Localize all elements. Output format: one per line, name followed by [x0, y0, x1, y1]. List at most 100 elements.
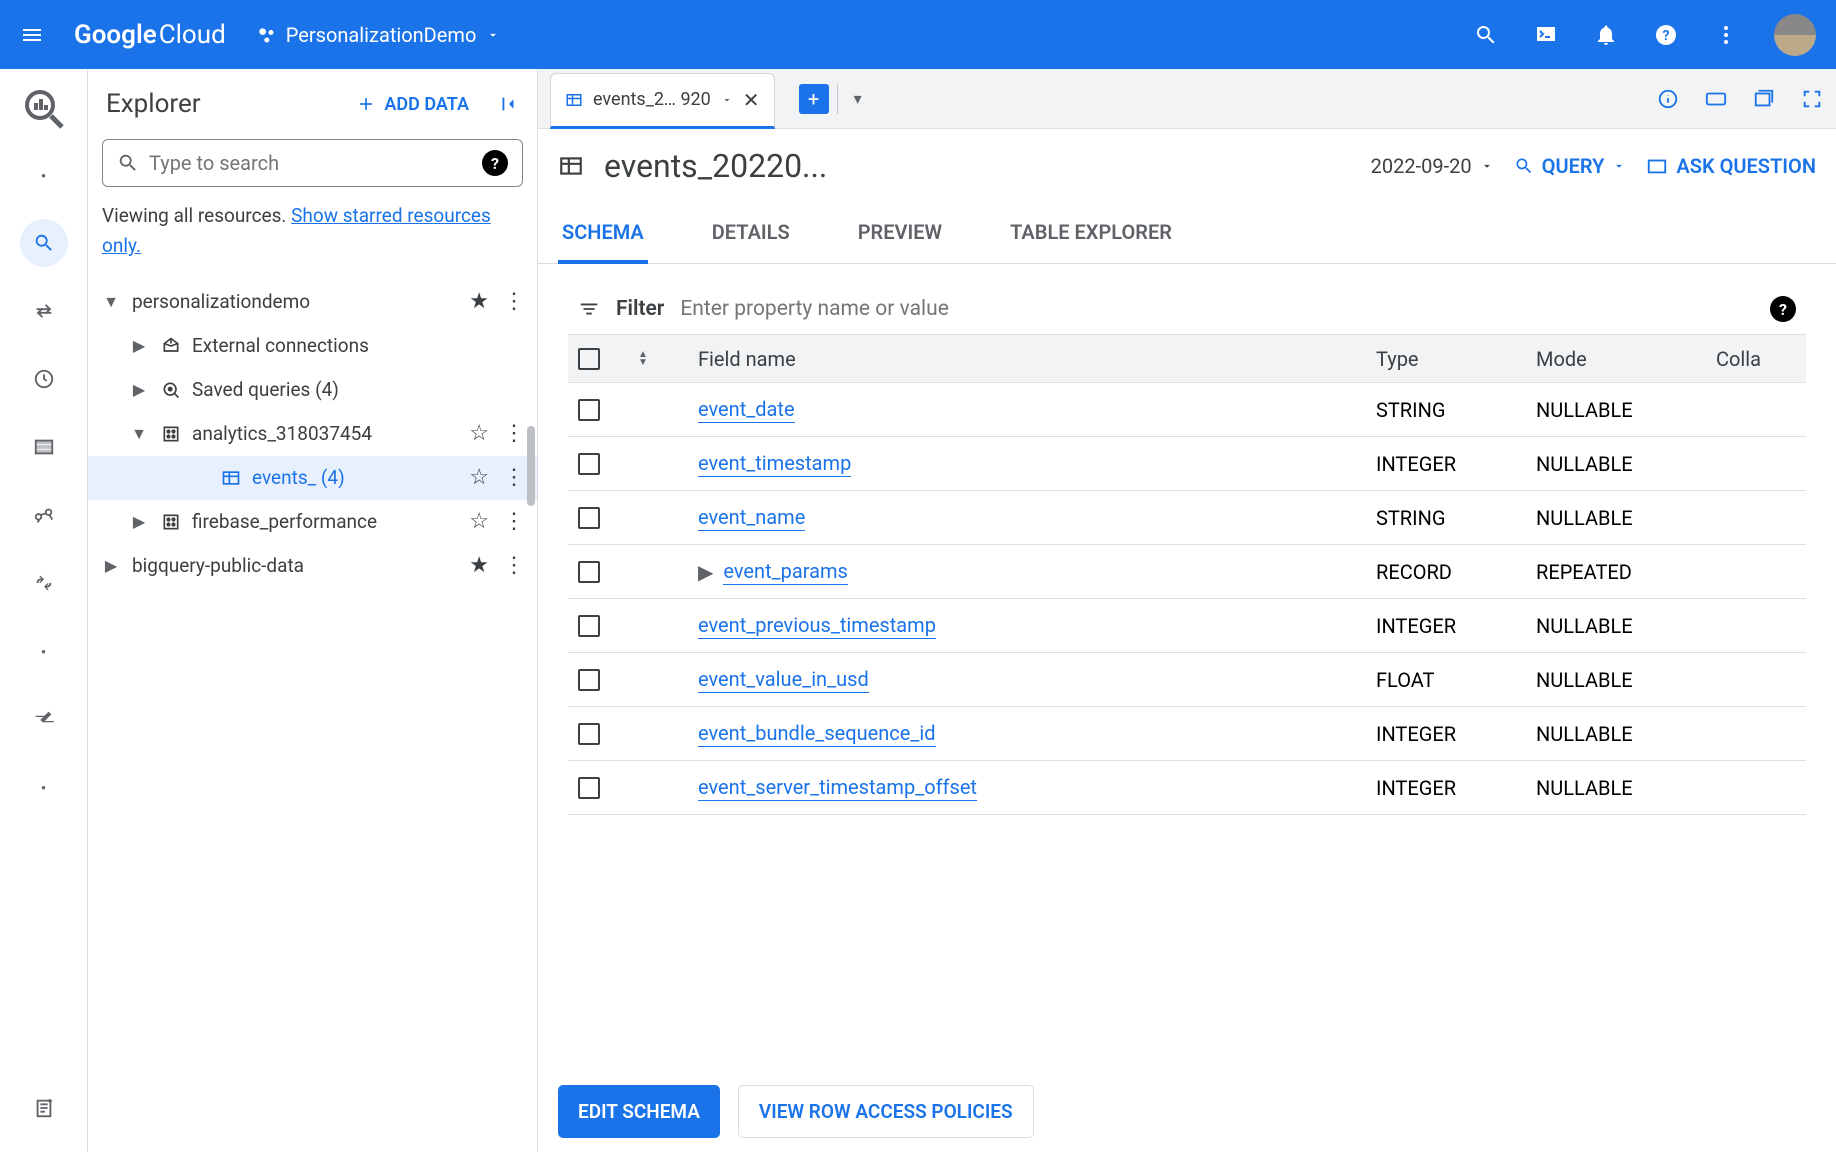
col-mode[interactable]: Mode — [1536, 347, 1716, 371]
rail-notes-icon[interactable] — [20, 1084, 68, 1132]
history-icon[interactable] — [1752, 87, 1776, 111]
tree-item[interactable]: events_ (4) ☆ ⋮ — [88, 456, 537, 500]
field-name-link[interactable]: event_server_timestamp_offset — [698, 775, 977, 801]
tree-label: events_ (4) — [252, 466, 459, 489]
avatar[interactable] — [1774, 14, 1816, 56]
star-filled-icon[interactable]: ★ — [469, 289, 489, 314]
tree-arrow-icon[interactable]: ▶ — [128, 336, 150, 355]
tab-events[interactable]: events_2… 920 ✕ — [550, 73, 775, 129]
kebab-icon[interactable]: ⋮ — [503, 465, 525, 490]
star-outline-icon[interactable]: ☆ — [469, 509, 489, 534]
row-checkbox[interactable] — [578, 777, 600, 799]
tree-item[interactable]: ▼analytics_318037454☆⋮ — [88, 412, 537, 456]
row-checkbox[interactable] — [578, 561, 600, 583]
rail-migration-icon[interactable] — [20, 559, 68, 607]
table-title: events_20220... — [604, 147, 827, 185]
rail-transfers-icon[interactable] — [20, 287, 68, 335]
info-icon[interactable] — [1656, 87, 1680, 111]
add-data-button[interactable]: ADD DATA — [356, 94, 469, 115]
row-checkbox[interactable] — [578, 615, 600, 637]
ask-question-button[interactable]: ASK QUESTION — [1646, 154, 1816, 178]
field-name-link[interactable]: event_params — [723, 559, 848, 585]
kebab-icon[interactable]: ⋮ — [503, 553, 525, 578]
col-type[interactable]: Type — [1376, 347, 1536, 371]
tab-dropdown[interactable]: ▾ — [846, 89, 870, 108]
select-all-checkbox[interactable] — [578, 348, 600, 370]
explorer-search[interactable]: ? — [102, 139, 523, 187]
fullscreen-icon[interactable] — [1800, 87, 1824, 111]
tree-label: Saved queries (4) — [192, 378, 515, 401]
rail-dot-3[interactable]: ● — [20, 763, 68, 811]
star-filled-icon[interactable]: ★ — [469, 553, 489, 578]
explorer-search-input[interactable] — [149, 151, 472, 175]
content-tab-schema[interactable]: SCHEMA — [558, 204, 648, 264]
filter-input[interactable] — [680, 297, 1754, 321]
row-checkbox[interactable] — [578, 399, 600, 421]
notifications-icon[interactable] — [1594, 23, 1618, 47]
rail-dot[interactable]: ● — [20, 151, 68, 199]
tree-arrow-icon[interactable]: ▼ — [128, 424, 150, 444]
content-tab-preview[interactable]: PREVIEW — [854, 204, 946, 263]
close-tab-button[interactable]: ✕ — [743, 88, 760, 112]
edit-schema-button[interactable]: EDIT SCHEMA — [558, 1085, 720, 1138]
keyboard-icon[interactable] — [1704, 87, 1728, 111]
view-policies-button[interactable]: VIEW ROW ACCESS POLICIES — [738, 1085, 1034, 1138]
sort-icon[interactable]: ▲▼ — [638, 351, 698, 367]
content-tab-details[interactable]: DETAILS — [708, 204, 794, 263]
tree-arrow-icon[interactable]: ▶ — [128, 380, 150, 399]
tree-item[interactable]: ▼personalizationdemo★⋮ — [88, 280, 537, 324]
col-collation[interactable]: Colla — [1716, 347, 1796, 371]
new-tab-button[interactable]: + — [799, 84, 829, 114]
cloud-shell-icon[interactable] — [1534, 23, 1558, 47]
chevron-down-icon[interactable] — [721, 94, 733, 106]
row-checkbox[interactable] — [578, 453, 600, 475]
overflow-icon[interactable] — [1714, 23, 1738, 47]
kebab-icon[interactable]: ⋮ — [503, 289, 525, 314]
rail-scheduled-icon[interactable] — [20, 355, 68, 403]
tree-arrow-icon[interactable]: ▶ — [100, 556, 122, 575]
tree-item[interactable]: ▶ Saved queries (4) — [88, 368, 537, 412]
star-outline-icon[interactable]: ☆ — [469, 421, 489, 446]
field-name-link[interactable]: event_name — [698, 505, 805, 531]
bigquery-logo-icon[interactable] — [22, 87, 66, 131]
tree-item[interactable]: ▶External connections — [88, 324, 537, 368]
hamburger-icon[interactable] — [20, 23, 44, 47]
filter-help-icon[interactable]: ? — [1770, 296, 1796, 322]
kebab-icon[interactable]: ⋮ — [503, 421, 525, 446]
field-name-link[interactable]: event_bundle_sequence_id — [698, 721, 936, 747]
collapse-panel-button[interactable] — [497, 93, 519, 115]
row-checkbox[interactable] — [578, 669, 600, 691]
row-checkbox[interactable] — [578, 507, 600, 529]
tree-item[interactable]: ▶firebase_performance☆⋮ — [88, 500, 537, 544]
tree-arrow-icon[interactable]: ▶ — [128, 512, 150, 531]
row-checkbox[interactable] — [578, 723, 600, 745]
schema-row: event_value_in_usdFLOATNULLABLE — [568, 653, 1806, 707]
field-name-link[interactable]: event_date — [698, 397, 795, 423]
rail-admin-icon[interactable] — [20, 695, 68, 743]
field-type: FLOAT — [1376, 668, 1536, 692]
explorer-title: Explorer — [106, 89, 348, 119]
partition-date-picker[interactable]: 2022-09-20 — [1371, 154, 1494, 178]
rail-dot-2[interactable]: ● — [20, 627, 68, 675]
star-outline-icon[interactable]: ☆ — [469, 465, 489, 490]
field-name-link[interactable]: event_timestamp — [698, 451, 851, 477]
tree-item[interactable]: ▶bigquery-public-data★⋮ — [88, 544, 537, 588]
query-button[interactable]: QUERY — [1514, 154, 1627, 178]
content-tab-table-explorer[interactable]: TABLE EXPLORER — [1006, 204, 1176, 263]
rail-search-icon[interactable] — [20, 219, 68, 267]
field-name-link[interactable]: event_previous_timestamp — [698, 613, 936, 639]
kebab-icon[interactable]: ⋮ — [503, 509, 525, 534]
explorer-scrollbar[interactable] — [527, 426, 535, 506]
rail-bi-icon[interactable] — [20, 423, 68, 471]
chart-icon — [1646, 155, 1668, 177]
help-icon[interactable]: ? — [1654, 23, 1678, 47]
rail-analytics-icon[interactable] — [20, 491, 68, 539]
search-icon[interactable] — [1474, 23, 1498, 47]
tree-arrow-icon[interactable]: ▼ — [100, 292, 122, 312]
expand-icon[interactable]: ▶ — [698, 560, 713, 584]
search-help-icon[interactable]: ? — [482, 150, 508, 176]
col-fieldname[interactable]: Field name — [698, 347, 1376, 371]
project-picker[interactable]: PersonalizationDemo — [256, 23, 501, 47]
field-name-link[interactable]: event_value_in_usd — [698, 667, 869, 693]
product-logo[interactable]: Google Cloud — [74, 20, 226, 50]
